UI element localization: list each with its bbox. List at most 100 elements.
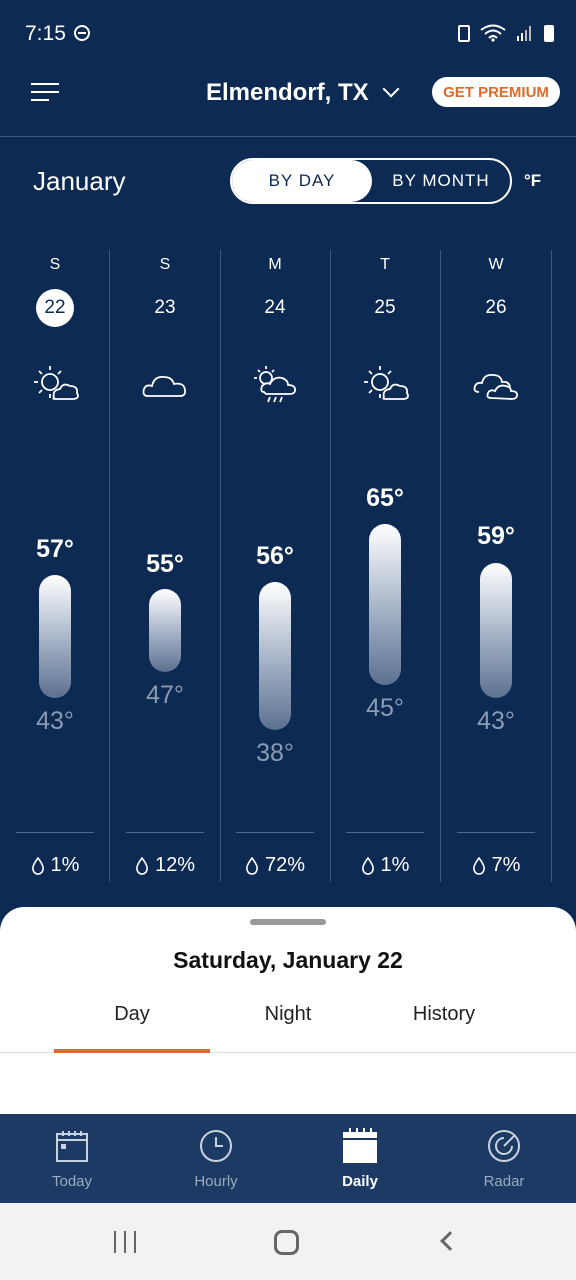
location-name: Elmendorf, TX bbox=[206, 79, 369, 106]
nav-label: Daily bbox=[342, 1173, 378, 1190]
calendar-icon bbox=[343, 1128, 377, 1163]
temp-low: 45° bbox=[366, 694, 404, 722]
signal-icon bbox=[517, 26, 531, 41]
by-day-button[interactable]: BY DAY bbox=[232, 160, 372, 202]
recent-apps-icon[interactable] bbox=[114, 1231, 138, 1253]
home-icon[interactable] bbox=[274, 1230, 299, 1255]
day-date: 25 bbox=[374, 297, 396, 318]
column-divider bbox=[126, 832, 204, 833]
day-date: 22 bbox=[36, 289, 74, 327]
temp-range-bar bbox=[259, 582, 291, 730]
temp-low: 43° bbox=[36, 707, 74, 735]
bottom-nav: Today Hourly Daily Radar bbox=[0, 1114, 576, 1203]
nav-today[interactable]: Today bbox=[0, 1114, 144, 1203]
precip-chance: 72% bbox=[220, 854, 330, 877]
day-of-week: S bbox=[159, 256, 171, 273]
day-column[interactable]: W 26 59° 43° 7% bbox=[441, 250, 551, 882]
get-premium-button[interactable]: GET PREMIUM bbox=[432, 77, 560, 107]
clock-icon bbox=[200, 1130, 232, 1162]
temp-range-bar bbox=[39, 575, 71, 698]
temp-high: 55° bbox=[146, 550, 184, 578]
temp-low: 43° bbox=[477, 707, 515, 735]
precip-chance: 12% bbox=[110, 854, 220, 877]
nav-daily[interactable]: Daily bbox=[288, 1114, 432, 1203]
day-separator bbox=[551, 250, 552, 882]
day-date: 24 bbox=[264, 297, 286, 318]
status-time: 7:15 bbox=[25, 22, 66, 45]
temp-low: 38° bbox=[256, 739, 294, 767]
by-month-button[interactable]: BY MONTH bbox=[372, 160, 510, 202]
day-of-week: M bbox=[268, 256, 282, 273]
wifi-icon bbox=[480, 24, 506, 42]
drop-icon bbox=[31, 856, 44, 875]
precip-value: 7% bbox=[491, 854, 521, 876]
temp-high: 59° bbox=[477, 522, 515, 550]
cloud-icon bbox=[142, 376, 187, 397]
day-of-week: W bbox=[488, 256, 504, 273]
precip-value: 1% bbox=[50, 854, 80, 876]
view-toggle: BY DAY BY MONTH bbox=[230, 158, 512, 204]
precip-chance: 1% bbox=[0, 854, 110, 877]
app-header: Elmendorf, TX GET PREMIUM bbox=[0, 66, 576, 136]
temp-range-bar bbox=[480, 563, 512, 698]
location-selector[interactable]: Elmendorf, TX bbox=[206, 78, 400, 108]
tab-night[interactable]: Night bbox=[210, 1003, 366, 1026]
battery-saver-icon bbox=[458, 24, 470, 42]
day-of-week: S bbox=[49, 256, 61, 273]
daily-forecast: S 22 57° 43° 1% S 23 55° 47° 12% M 24 56… bbox=[0, 250, 576, 885]
temp-high: 57° bbox=[36, 535, 74, 563]
calendar-day-icon bbox=[56, 1131, 88, 1162]
precip-value: 1% bbox=[380, 854, 410, 876]
partly-cloudy-sun-icon bbox=[364, 366, 409, 400]
day-column[interactable]: S 23 55° 47° 12% bbox=[110, 250, 220, 882]
temp-low: 47° bbox=[146, 681, 184, 709]
drop-icon bbox=[136, 856, 148, 875]
tab-day[interactable]: Day bbox=[54, 1003, 210, 1026]
active-tab-indicator bbox=[54, 1049, 210, 1053]
status-icons bbox=[458, 24, 554, 42]
column-divider bbox=[457, 832, 535, 833]
column-divider bbox=[346, 832, 424, 833]
clouds-icon bbox=[473, 374, 519, 400]
sheet-drag-handle[interactable] bbox=[250, 919, 326, 925]
day-column[interactable]: T 25 65° 45° 1% bbox=[330, 250, 440, 882]
drop-icon bbox=[361, 856, 374, 875]
status-bar: 7:15 bbox=[0, 0, 576, 66]
sheet-title: Saturday, January 22 bbox=[173, 947, 403, 973]
column-divider bbox=[236, 832, 314, 833]
radar-icon bbox=[488, 1130, 520, 1162]
day-date: 23 bbox=[154, 297, 176, 318]
day-of-week: T bbox=[380, 256, 390, 273]
header-divider bbox=[0, 136, 576, 137]
chevron-down-icon bbox=[382, 80, 400, 98]
drop-icon bbox=[472, 856, 485, 875]
do-not-disturb-icon bbox=[74, 25, 90, 41]
partly-cloudy-sun-icon bbox=[34, 366, 79, 400]
temp-high: 56° bbox=[256, 542, 294, 570]
nav-label: Hourly bbox=[194, 1173, 238, 1190]
drop-icon bbox=[246, 856, 258, 875]
day-detail-sheet: Saturday, January 22 Day Night History bbox=[0, 907, 576, 1114]
nav-label: Radar bbox=[483, 1173, 525, 1190]
back-icon[interactable] bbox=[440, 1231, 460, 1251]
column-divider bbox=[16, 832, 94, 833]
precip-chance: 1% bbox=[330, 854, 440, 877]
precip-value: 12% bbox=[154, 854, 196, 876]
precip-value: 72% bbox=[264, 854, 306, 876]
precip-chance: 7% bbox=[441, 854, 551, 877]
temp-range-bar bbox=[369, 524, 401, 685]
system-nav-bar bbox=[0, 1203, 576, 1280]
nav-label: Today bbox=[51, 1173, 93, 1190]
sun-cloud-rain-icon bbox=[254, 366, 297, 403]
nav-hourly[interactable]: Hourly bbox=[144, 1114, 288, 1203]
temp-range-bar bbox=[149, 589, 181, 672]
day-column[interactable]: S 22 57° 43° 1% bbox=[0, 250, 110, 882]
temp-high: 65° bbox=[366, 484, 404, 512]
day-column[interactable]: M 24 56° 38° 72% bbox=[220, 250, 330, 882]
nav-radar[interactable]: Radar bbox=[432, 1114, 576, 1203]
month-label: January bbox=[33, 166, 126, 196]
tab-history[interactable]: History bbox=[366, 1003, 522, 1026]
unit-toggle[interactable]: °F bbox=[524, 171, 541, 191]
battery-icon bbox=[544, 24, 554, 42]
menu-icon[interactable] bbox=[31, 83, 59, 103]
